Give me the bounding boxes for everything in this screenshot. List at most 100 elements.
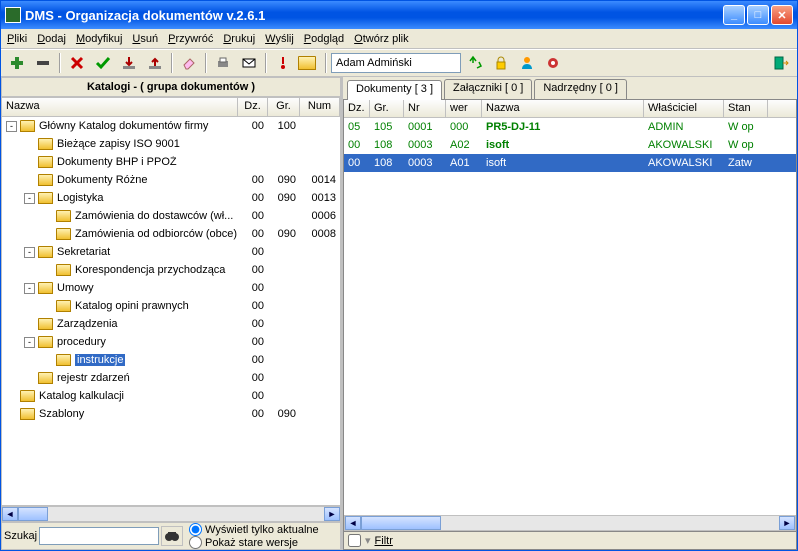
grid-scroll-thumb[interactable] [361,516,441,530]
tab[interactable]: Załączniki [ 0 ] [444,79,532,99]
delete-button[interactable] [65,52,89,74]
expander-icon[interactable]: - [6,121,17,132]
menu-usuń[interactable]: Usuń [132,33,158,45]
folder-icon [56,210,71,222]
tab[interactable]: Nadrzędny [ 0 ] [534,79,627,99]
folder-icon [38,318,53,330]
folder-icon [20,390,35,402]
settings-button[interactable] [541,52,565,74]
filter-label[interactable]: Filtr [375,535,393,547]
table-row[interactable]: 051050001000PR5-DJ-11ADMINW op [344,118,796,136]
lock-button[interactable] [489,52,513,74]
user-field[interactable]: Adam Admiński [331,53,461,73]
gcol-nazwa[interactable]: Nazwa [482,100,644,117]
tree-label: Katalog opini prawnych [75,300,238,312]
gcol-dz[interactable]: Dz. [344,100,370,117]
tree-hscroll[interactable]: ◄ ► [1,506,341,522]
menu-pliki[interactable]: Pliki [7,33,27,45]
remove-button[interactable] [31,52,55,74]
open-folder-button[interactable] [297,52,321,74]
tree-item[interactable]: Zamówienia od odbiorców (obce)000900008 [2,225,340,243]
minimize-button[interactable]: _ [723,5,745,25]
search-button[interactable] [161,526,183,546]
tree-item[interactable]: -Sekretariat00 [2,243,340,261]
scroll-thumb[interactable] [18,507,48,521]
exit-button[interactable] [769,52,793,74]
app-icon [5,7,21,23]
expander-icon[interactable]: - [24,193,35,204]
tree-item[interactable]: rejestr zdarzeń00 [2,369,340,387]
expander-icon[interactable]: - [24,283,35,294]
expander-icon[interactable]: - [24,337,35,348]
tree-item[interactable]: -Umowy00 [2,279,340,297]
close-button[interactable]: ✕ [771,5,793,25]
gcol-stan[interactable]: Stan [724,100,768,117]
radio-old[interactable]: Pokaż stare wersje [189,536,319,549]
tree-item[interactable]: Katalog opini prawnych00 [2,297,340,315]
col-num[interactable]: Num [300,98,340,116]
print-button[interactable] [211,52,235,74]
alert-button[interactable] [271,52,295,74]
menu-wyślij[interactable]: Wyślij [265,33,294,45]
approve-button[interactable] [91,52,115,74]
mail-button[interactable] [237,52,261,74]
menu-dodaj[interactable]: Dodaj [37,33,66,45]
catalog-header: Katalogi - ( grupa dokumentów ) [1,77,341,97]
tree-item[interactable]: Dokumenty BHP i PPOŻ [2,153,340,171]
grid-scroll-right[interactable]: ► [779,516,795,530]
scroll-track[interactable] [48,507,324,521]
erase-button[interactable] [177,52,201,74]
col-dz[interactable]: Dz. [238,98,268,116]
tree-item[interactable]: -procedury00 [2,333,340,351]
add-button[interactable] [5,52,29,74]
tab[interactable]: Dokumenty [ 3 ] [347,80,442,100]
grid-hscroll[interactable]: ◄ ► [344,515,796,531]
recycle-button[interactable] [463,52,487,74]
tree-item[interactable]: Szablony00090 [2,405,340,423]
grid-scroll-left[interactable]: ◄ [345,516,361,530]
tree-item[interactable]: -Logistyka000900013 [2,189,340,207]
grid-body[interactable]: 051050001000PR5-DJ-11ADMINW op001080003A… [344,118,796,515]
tree-item[interactable]: Dokumenty Różne000900014 [2,171,340,189]
expander-icon[interactable]: - [24,247,35,258]
gcol-wlasc[interactable]: Właściciel [644,100,724,117]
tree-item[interactable]: -Główny Katalog dokumentów firmy00100 [2,117,340,135]
radio-current[interactable]: Wyświetl tylko aktualne [189,523,319,536]
menu-przywróć[interactable]: Przywróć [168,33,213,45]
tree-item[interactable]: Korespondencja przychodząca00 [2,261,340,279]
maximize-button[interactable]: □ [747,5,769,25]
menu-otwórz plik[interactable]: Otwórz plik [354,33,408,45]
folder-icon [38,246,53,258]
import-button[interactable] [117,52,141,74]
toolbar: Adam Admiński [1,49,797,77]
grid-scroll-track[interactable] [441,516,779,530]
col-gr[interactable]: Gr. [268,98,300,116]
scroll-left-button[interactable]: ◄ [2,507,18,521]
user-info-button[interactable] [515,52,539,74]
tree-item[interactable]: Bieżące zapisy ISO 9001 [2,135,340,153]
menu-podgląd[interactable]: Podgląd [304,33,344,45]
documents-grid: Dz. Gr. Nr wer Nazwa Właściciel Stan 051… [343,99,797,550]
menu-modyfikuj[interactable]: Modyfikuj [76,33,122,45]
gcol-gr[interactable]: Gr. [370,100,404,117]
folder-icon [56,228,71,240]
gcol-wer[interactable]: wer [446,100,482,117]
menu-drukuj[interactable]: Drukuj [223,33,255,45]
tree-item[interactable]: Zarządzenia00 [2,315,340,333]
tree-item[interactable]: Zamówienia do dostawców (wł...000006 [2,207,340,225]
table-row[interactable]: 001080003A01isoftAKOWALSKIZatw [344,154,796,172]
col-nazwa[interactable]: Nazwa [2,98,238,116]
catalog-tree[interactable]: -Główny Katalog dokumentów firmy00100Bie… [1,117,341,506]
folder-icon [56,354,71,366]
table-row[interactable]: 001080003A02isoftAKOWALSKIW op [344,136,796,154]
folder-icon [20,408,35,420]
export-button[interactable] [143,52,167,74]
filter-checkbox[interactable] [348,534,361,547]
scroll-right-button[interactable]: ► [324,507,340,521]
content-area: Katalogi - ( grupa dokumentów ) Nazwa Dz… [1,77,797,550]
tree-label: Dokumenty BHP i PPOŻ [57,156,238,168]
tree-item[interactable]: Katalog kalkulacji00 [2,387,340,405]
search-input[interactable] [39,527,159,545]
gcol-nr[interactable]: Nr [404,100,446,117]
tree-item[interactable]: instrukcje00 [2,351,340,369]
